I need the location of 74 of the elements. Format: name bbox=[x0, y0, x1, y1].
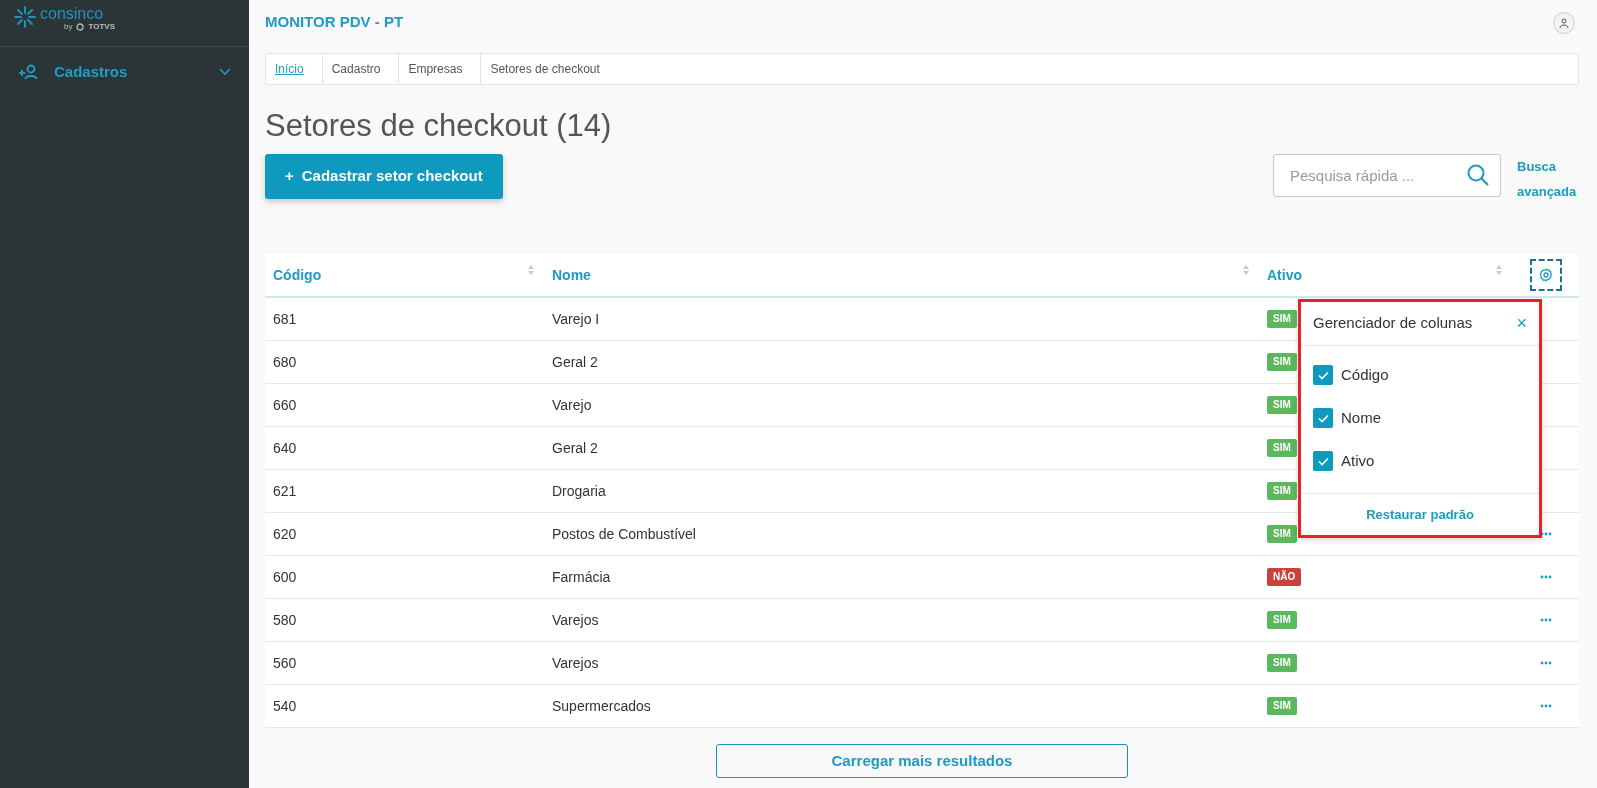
more-icon[interactable] bbox=[1539, 575, 1552, 580]
column-option[interactable]: Código bbox=[1301, 353, 1539, 397]
brand-text: TOTVS bbox=[88, 22, 115, 31]
table-cell-text: 540 bbox=[273, 696, 297, 716]
status-badge: SIM bbox=[1267, 697, 1297, 716]
logo-byline: by bbox=[64, 22, 73, 31]
column-header[interactable]: Nome bbox=[552, 264, 591, 286]
status-badge: SIM bbox=[1267, 353, 1297, 372]
reset-button[interactable]: Restaurar padrão bbox=[1360, 503, 1480, 525]
add-user-icon bbox=[18, 64, 38, 81]
status-badge: SIM bbox=[1267, 439, 1297, 458]
page-title: Setores de checkout (14) bbox=[265, 107, 613, 145]
checkbox[interactable] bbox=[1313, 408, 1333, 428]
breadcrumb-item[interactable]: Início bbox=[266, 54, 323, 84]
table-cell-text: Postos de Combustível bbox=[552, 524, 696, 544]
logo-text: consinco bbox=[40, 6, 105, 22]
table-cell-text: Varejo bbox=[552, 395, 592, 415]
table-cell-text: Supermercados bbox=[552, 696, 651, 716]
column-header[interactable]: Ativo bbox=[1267, 264, 1302, 286]
close-button[interactable]: × bbox=[1516, 314, 1527, 333]
table-cell-text: Varejo I bbox=[552, 309, 600, 329]
sidebar-item[interactable]: Cadastros bbox=[0, 47, 249, 98]
table-cell-text: Drogaria bbox=[552, 481, 606, 501]
checkbox[interactable] bbox=[1313, 451, 1333, 471]
table-cell-text: Farmácia bbox=[552, 567, 611, 587]
table-cell-text: 560 bbox=[273, 653, 297, 673]
app-title: MONITOR PDV - PT bbox=[265, 12, 404, 33]
search-field[interactable]: Pesquisa rápida ... bbox=[1273, 154, 1501, 198]
chevron-icon bbox=[219, 68, 231, 77]
table-cell-text: Varejos bbox=[552, 610, 599, 630]
status-badge: SIM bbox=[1267, 525, 1297, 544]
column-header[interactable]: Código bbox=[273, 264, 322, 286]
user-avatar[interactable] bbox=[1553, 11, 1575, 34]
check-icon bbox=[1317, 370, 1329, 380]
logo-icon bbox=[14, 6, 36, 28]
table-cell-text: 681 bbox=[273, 309, 297, 329]
sort-icon[interactable] bbox=[1243, 264, 1249, 275]
column-settings-button[interactable] bbox=[1529, 259, 1562, 292]
breadcrumb-item: Cadastro bbox=[322, 54, 400, 84]
table-cell-text: 680 bbox=[273, 352, 297, 372]
table-cell-text: 640 bbox=[273, 438, 297, 458]
table-cell-text: 580 bbox=[273, 610, 297, 630]
check-icon bbox=[1317, 413, 1329, 423]
status-badge: SIM bbox=[1267, 611, 1297, 630]
more-icon[interactable] bbox=[1539, 704, 1552, 709]
status-badge: SIM bbox=[1267, 654, 1297, 673]
breadcrumb-item: Setores de checkout bbox=[489, 61, 601, 78]
table-cell-text: 660 bbox=[273, 395, 297, 415]
table-cell-text: Geral 2 bbox=[552, 352, 598, 372]
status-badge: NÃO bbox=[1267, 568, 1302, 587]
load-more-button[interactable]: Carregar mais resultados bbox=[716, 744, 1128, 779]
checkbox[interactable] bbox=[1313, 365, 1333, 385]
status-badge: SIM bbox=[1267, 482, 1297, 501]
column-option[interactable]: Nome bbox=[1301, 396, 1539, 440]
table-cell-text: Varejos bbox=[552, 653, 599, 673]
breadcrumb-item: Empresas bbox=[399, 54, 482, 84]
brand-icon bbox=[76, 22, 85, 31]
status-badge: SIM bbox=[1267, 310, 1297, 329]
table-cell-text: 621 bbox=[273, 481, 297, 501]
table-cell-text: 600 bbox=[273, 567, 297, 587]
more-icon[interactable] bbox=[1539, 661, 1552, 666]
table-cell-text: 620 bbox=[273, 524, 297, 544]
add-button[interactable]: + Cadastrar setor checkout bbox=[265, 154, 503, 199]
sort-icon[interactable] bbox=[528, 264, 534, 275]
gear-icon bbox=[1538, 268, 1553, 283]
status-badge: SIM bbox=[1267, 396, 1297, 415]
advanced-search-link[interactable]: Busca avançada bbox=[1517, 154, 1579, 205]
search-icon[interactable] bbox=[1467, 164, 1489, 187]
sort-icon[interactable] bbox=[1496, 264, 1502, 275]
table-cell-text: Geral 2 bbox=[552, 438, 598, 458]
check-icon bbox=[1317, 456, 1329, 466]
more-icon[interactable] bbox=[1539, 618, 1552, 623]
panel-title: Gerenciador de colunas bbox=[1313, 313, 1473, 333]
column-option[interactable]: Ativo bbox=[1301, 439, 1539, 483]
